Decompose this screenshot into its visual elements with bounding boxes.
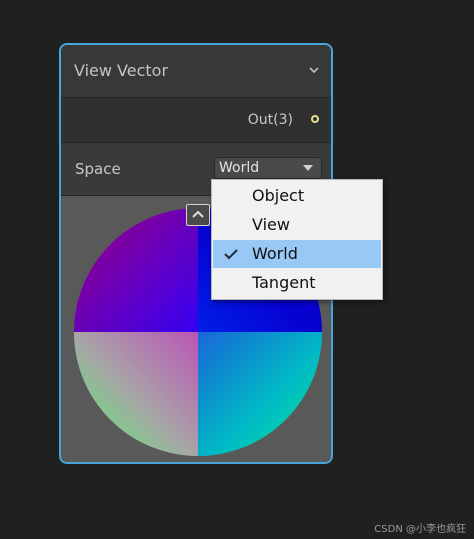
space-dropdown-menu[interactable]: Object View World Tangent [211, 179, 383, 300]
checkmark-icon [224, 249, 238, 260]
menu-item-label: World [252, 244, 298, 263]
dropdown-arrow-icon [303, 165, 313, 171]
menu-item-label: View [252, 215, 290, 234]
menu-item-label: Object [252, 186, 305, 205]
sphere-quadrant-bottom-left [74, 332, 198, 456]
space-label: Space [75, 160, 121, 178]
shader-graph-canvas: View Vector Out(3) Space World Object Vi… [0, 0, 474, 539]
preview-collapse-button[interactable] [186, 204, 210, 226]
output-port-connector[interactable] [311, 115, 319, 123]
space-dropdown[interactable]: World [214, 157, 322, 179]
watermark-text: CSDN @小李也疯狂 [374, 524, 466, 535]
menu-item-world[interactable]: World [213, 240, 381, 268]
menu-item-view[interactable]: View [213, 211, 381, 239]
node-ports: Out(3) [61, 98, 331, 143]
menu-item-tangent[interactable]: Tangent [213, 269, 381, 297]
menu-item-object[interactable]: Object [213, 182, 381, 210]
node-title: View Vector [74, 61, 169, 80]
menu-item-label: Tangent [252, 273, 316, 292]
output-port-label: Out(3) [247, 112, 293, 128]
sphere-quadrant-top-left [74, 208, 198, 332]
chevron-down-icon[interactable] [307, 63, 321, 77]
sphere-quadrant-bottom-right [198, 332, 322, 456]
chevron-up-icon [192, 210, 204, 218]
space-selected-value: World [219, 160, 260, 176]
node-header[interactable]: View Vector [61, 45, 331, 98]
